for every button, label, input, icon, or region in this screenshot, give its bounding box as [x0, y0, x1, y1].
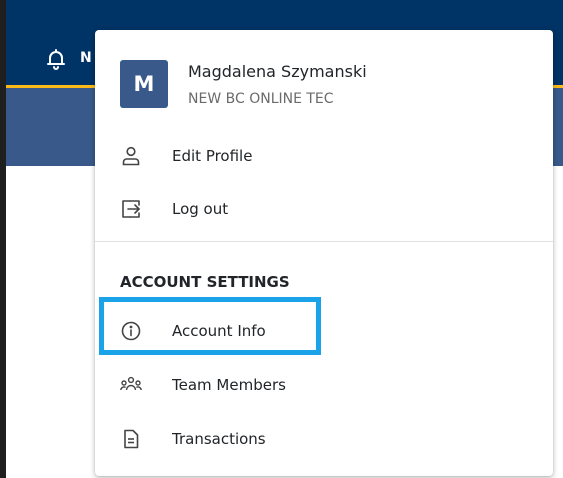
notifications-label[interactable]: N: [80, 50, 92, 66]
user-organization: NEW BC ONLINE TEC: [188, 91, 334, 107]
account-info-label: Account Info: [172, 322, 266, 340]
avatar: M: [120, 60, 168, 108]
menu-divider: [95, 241, 553, 242]
team-icon: [120, 374, 142, 396]
team-members-label: Team Members: [172, 376, 286, 394]
user-name: Magdalena Szymanski: [188, 62, 367, 81]
account-info-menu-item[interactable]: Account Info: [120, 315, 266, 347]
transactions-menu-item[interactable]: Transactions: [120, 423, 266, 455]
info-icon: [120, 320, 142, 342]
account-settings-heading: ACCOUNT SETTINGS: [120, 273, 290, 291]
log-out-menu-item[interactable]: Log out: [120, 193, 228, 225]
team-members-menu-item[interactable]: Team Members: [120, 369, 286, 401]
edit-profile-label: Edit Profile: [172, 147, 253, 165]
user-icon: [120, 145, 142, 167]
transactions-label: Transactions: [172, 430, 266, 448]
logout-icon: [120, 198, 142, 220]
edit-profile-menu-item[interactable]: Edit Profile: [120, 140, 252, 172]
document-icon: [120, 428, 142, 450]
log-out-label: Log out: [172, 200, 229, 218]
account-dropdown-menu: M Magdalena Szymanski NEW BC ONLINE TEC …: [95, 30, 553, 476]
bell-icon[interactable]: [46, 48, 66, 70]
